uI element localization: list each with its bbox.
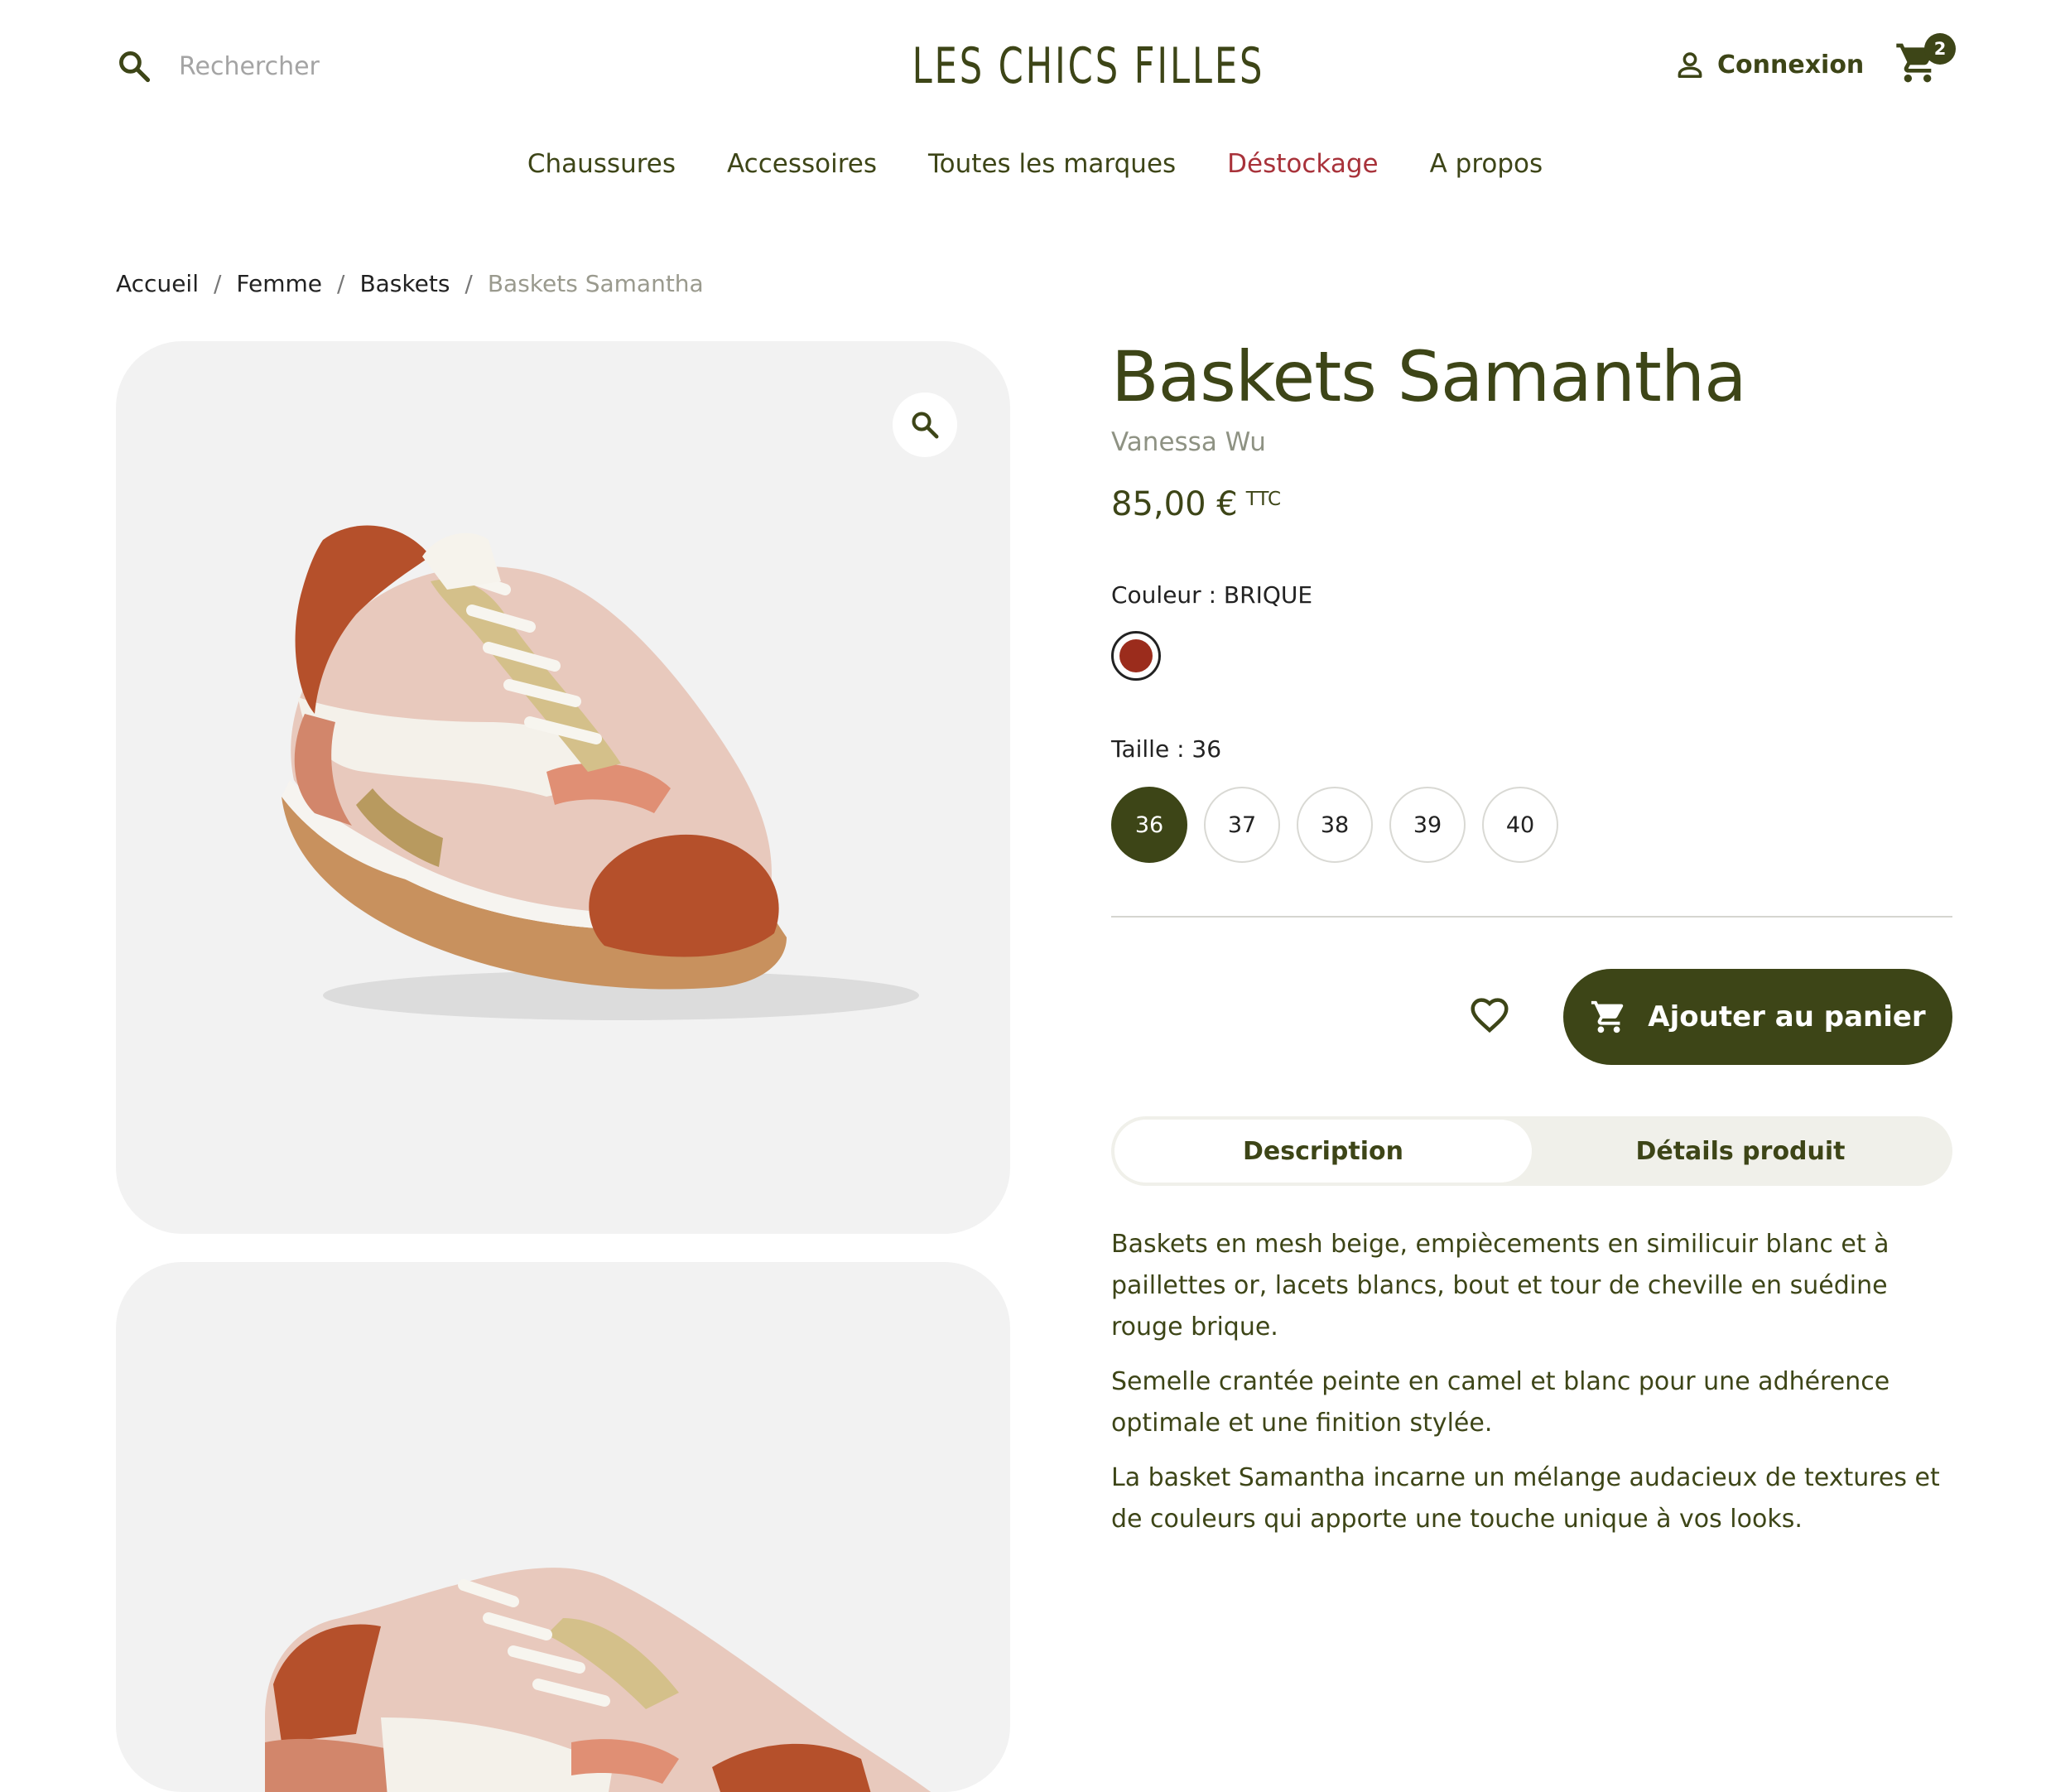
product-image-main[interactable]: [116, 341, 1010, 1234]
size-label: Taille : 36: [1111, 735, 1222, 763]
nav-item-accessoires[interactable]: Accessoires: [727, 149, 877, 179]
size-option-38[interactable]: 38: [1297, 787, 1373, 863]
account-icon: [1674, 49, 1706, 80]
wishlist-button[interactable]: [1467, 992, 1512, 1037]
price-value: 85,00 €: [1111, 485, 1238, 523]
product-description: Baskets en mesh beige, empiècements en s…: [1111, 1224, 1952, 1554]
product-brand[interactable]: Vanessa Wu: [1111, 427, 1266, 457]
nav-item-a-propos[interactable]: A propos: [1430, 149, 1543, 179]
sneaker-side-illustration: [265, 1568, 932, 1792]
cart-icon: [1590, 998, 1628, 1036]
site-logo[interactable]: LES CHICS FILLES: [912, 33, 1263, 99]
size-selector: 36 37 38 39 40: [1111, 787, 1558, 863]
color-swatch-brique[interactable]: [1111, 631, 1161, 681]
add-to-cart-button[interactable]: Ajouter au panier: [1563, 969, 1952, 1065]
size-option-36[interactable]: 36: [1111, 787, 1187, 863]
breadcrumb-separator: /: [337, 270, 345, 297]
zoom-icon: [909, 409, 941, 441]
product-tabs: Description Détails produit: [1111, 1116, 1952, 1186]
product-title: Baskets Samantha: [1111, 336, 1747, 417]
main-nav: Chaussures Accessoires Toutes les marque…: [0, 149, 2070, 179]
size-option-39[interactable]: 39: [1389, 787, 1466, 863]
breadcrumb-accueil[interactable]: Accueil: [116, 270, 199, 297]
search-icon[interactable]: [116, 48, 152, 84]
size-option-40[interactable]: 40: [1482, 787, 1558, 863]
divider: [1111, 916, 1952, 918]
tab-details-produit[interactable]: Détails produit: [1532, 1120, 1949, 1183]
add-to-cart-label: Ajouter au panier: [1648, 1000, 1926, 1033]
login-link[interactable]: Connexion: [1674, 43, 1864, 86]
breadcrumb-separator: /: [465, 270, 473, 297]
nav-item-destockage[interactable]: Déstockage: [1227, 149, 1378, 179]
breadcrumb-baskets[interactable]: Baskets: [359, 270, 450, 297]
tab-description[interactable]: Description: [1114, 1120, 1532, 1183]
sneaker-illustration: [282, 525, 919, 1020]
breadcrumb-femme[interactable]: Femme: [236, 270, 322, 297]
product-image-secondary[interactable]: [116, 1262, 1010, 1792]
cart-count-badge: 2: [1924, 33, 1956, 65]
description-paragraph: Semelle crantée peinte en camel et blanc…: [1111, 1367, 1890, 1438]
login-label: Connexion: [1717, 50, 1865, 79]
size-option-37[interactable]: 37: [1204, 787, 1280, 863]
nav-item-marques[interactable]: Toutes les marques: [928, 149, 1176, 179]
breadcrumb-current: Baskets Samantha: [487, 270, 704, 297]
description-paragraph: La basket Samantha incarne un mélange au…: [1111, 1463, 1940, 1534]
color-label: Couleur : BRIQUE: [1111, 581, 1313, 609]
description-paragraph: Baskets en mesh beige, empiècements en s…: [1111, 1230, 1889, 1342]
heart-icon: [1467, 992, 1512, 1037]
color-swatch-dot: [1119, 639, 1153, 672]
nav-item-chaussures[interactable]: Chaussures: [527, 149, 676, 179]
price-tax-label: TTC: [1245, 489, 1282, 510]
product-price: 85,00 € TTC: [1111, 485, 1281, 523]
zoom-button[interactable]: [893, 393, 957, 457]
breadcrumb-separator: /: [213, 270, 222, 297]
breadcrumb: Accueil / Femme / Baskets / Baskets Sama…: [116, 270, 704, 297]
search-input[interactable]: [179, 40, 576, 93]
